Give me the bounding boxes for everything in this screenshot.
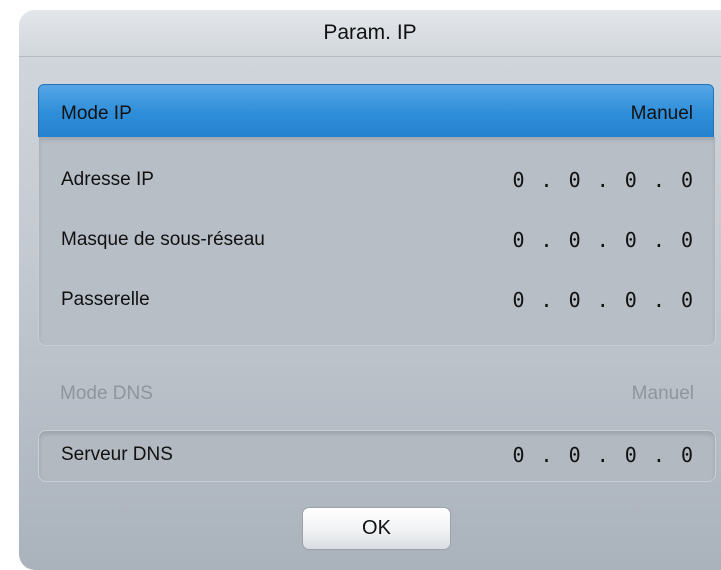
gateway-label: Passerelle xyxy=(61,289,150,310)
dns-mode-label: Mode DNS xyxy=(60,383,153,404)
dns-mode-row: Mode DNS Manuel xyxy=(38,376,714,412)
dns-mode-value: Manuel xyxy=(631,383,694,404)
subnet-mask-row[interactable]: Masque de sous-réseau 0 . 0 . 0 . 0 xyxy=(39,220,715,260)
gateway-value[interactable]: 0 . 0 . 0 . 0 xyxy=(512,280,695,320)
ip-mode-value: Manuel xyxy=(630,103,693,124)
dialog-titlebar: Param. IP xyxy=(19,10,721,57)
subnet-mask-value[interactable]: 0 . 0 . 0 . 0 xyxy=(512,220,695,260)
ip-fields-panel: Adresse IP 0 . 0 . 0 . 0 Masque de sous-… xyxy=(38,137,716,346)
ip-mode-label: Mode IP xyxy=(61,103,132,124)
ip-settings-dialog: Param. IP Mode IP Manuel Adresse IP 0 . … xyxy=(19,10,721,570)
ip-address-label: Adresse IP xyxy=(61,169,154,190)
dns-server-label: Serveur DNS xyxy=(61,444,173,465)
dialog-title: Param. IP xyxy=(323,21,417,44)
dns-server-value[interactable]: 0 . 0 . 0 . 0 xyxy=(512,431,695,479)
gateway-row[interactable]: Passerelle 0 . 0 . 0 . 0 xyxy=(39,280,715,320)
ip-address-value[interactable]: 0 . 0 . 0 . 0 xyxy=(512,160,695,200)
ip-address-row[interactable]: Adresse IP 0 . 0 . 0 . 0 xyxy=(39,160,715,200)
ok-button[interactable]: OK xyxy=(302,507,451,550)
dns-server-row[interactable]: Serveur DNS 0 . 0 . 0 . 0 xyxy=(38,430,716,482)
subnet-mask-label: Masque de sous-réseau xyxy=(61,229,265,250)
ip-mode-row[interactable]: Mode IP Manuel xyxy=(38,84,714,142)
